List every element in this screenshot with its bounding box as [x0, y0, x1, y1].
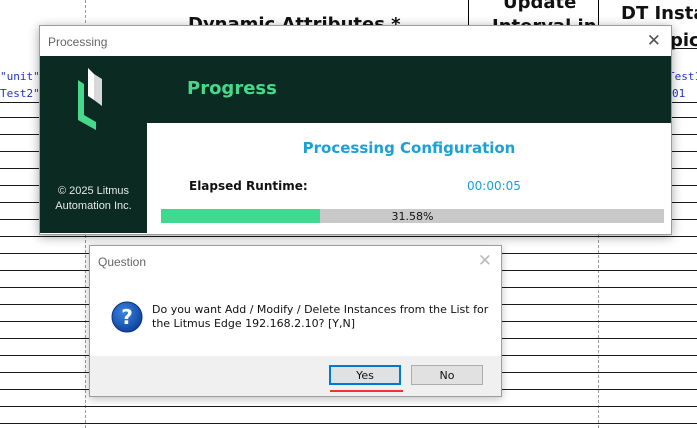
- processing-window-title: Processing: [48, 35, 108, 49]
- cell-text: Test1.: [668, 70, 697, 83]
- processing-content: Processing Configuration Elapsed Runtime…: [147, 123, 671, 234]
- elapsed-runtime-value: 00:00:05: [467, 179, 521, 193]
- question-dialog: Question ✕ ? Do you want Add / Modify / …: [89, 245, 502, 397]
- row-line: [0, 406, 697, 407]
- progress-percent: 31.58%: [391, 210, 434, 223]
- highlight-underline: [330, 390, 403, 392]
- progress-banner: Progress: [147, 56, 671, 123]
- yes-button[interactable]: Yes: [329, 365, 401, 385]
- litmus-logo-icon: [78, 68, 102, 130]
- configuration-title: Processing Configuration: [302, 139, 516, 157]
- elapsed-runtime-label: Elapsed Runtime:: [189, 179, 308, 193]
- processing-titlebar: Processing ✕: [40, 26, 671, 56]
- close-icon[interactable]: ✕: [478, 251, 492, 271]
- processing-window: Processing ✕ © 2025 Litmus Automation In…: [39, 25, 672, 235]
- column-header-dt-instance: DT Instan: [621, 3, 697, 24]
- question-dialog-title: Question: [98, 255, 147, 269]
- progress-bar: 31.58%: [161, 209, 664, 223]
- branding-panel: © 2025 Litmus Automation Inc.: [40, 56, 147, 233]
- question-icon: ?: [111, 301, 143, 333]
- column-header-update: Update: [503, 0, 577, 13]
- row-line: [0, 423, 697, 424]
- question-message: Do you want Add / Modify / Delete Instan…: [152, 303, 489, 330]
- question-body: ? Do you want Add / Modify / Delete Inst…: [90, 276, 501, 356]
- close-icon[interactable]: ✕: [647, 31, 661, 51]
- question-titlebar: Question ✕: [90, 246, 501, 276]
- cell-text: 01: [672, 87, 686, 100]
- row-line: [0, 236, 697, 237]
- no-button[interactable]: No: [411, 365, 483, 385]
- banner-title: Progress: [187, 78, 277, 99]
- svg-text:?: ?: [121, 305, 133, 329]
- copyright-text: © 2025 Litmus Automation Inc.: [55, 185, 132, 212]
